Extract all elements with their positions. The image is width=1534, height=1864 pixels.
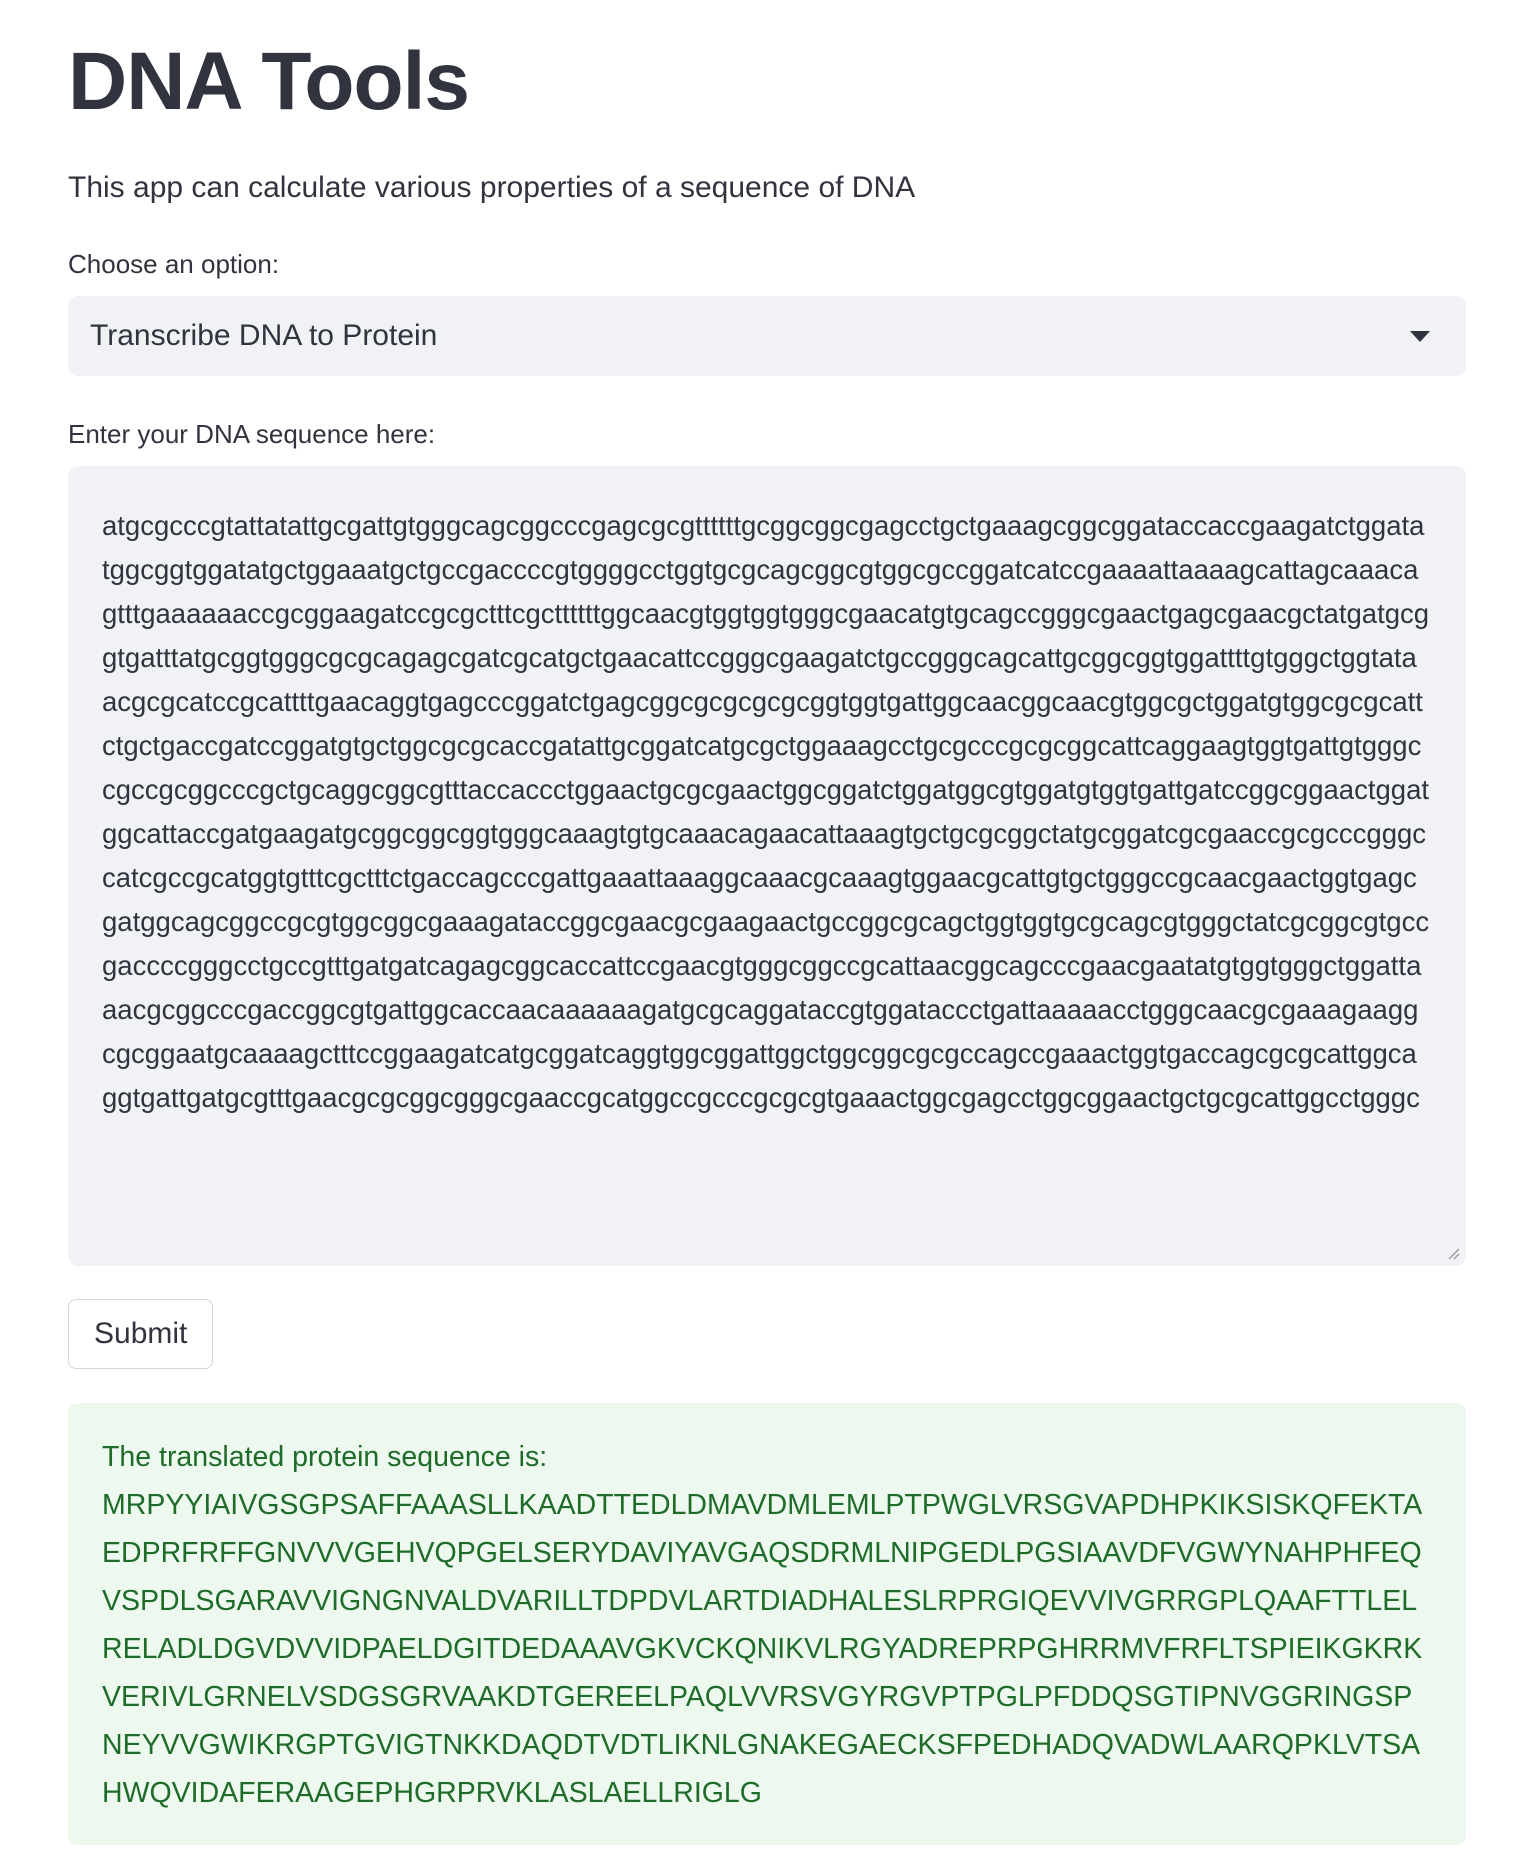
dna-sequence-textarea[interactable]: atgcgcccgtattatattgcgattgtgggcagcggcccga… xyxy=(68,466,1466,1266)
main-container: DNA Tools This app can calculate various… xyxy=(0,0,1534,1845)
dna-input-label: Enter your DNA sequence here: xyxy=(68,419,436,449)
result-heading: The translated protein sequence is: xyxy=(102,1441,548,1473)
submit-button[interactable]: Submit xyxy=(68,1299,214,1369)
option-select-label: Choose an option: xyxy=(68,249,280,279)
dna-input-wrapper[interactable]: atgcgcccgtattatattgcgattgtgggcagcggcccga… xyxy=(68,466,1466,1266)
chevron-down-icon[interactable] xyxy=(1410,330,1430,342)
page-subtitle: This app can calculate various propertie… xyxy=(68,171,916,204)
protein-sequence: MRPYYIAIVGSGPSAFFAAASLLKAADTTEDLDMAVDMLE… xyxy=(102,1489,1423,1809)
result-success-box: The translated protein sequence is: MRPY… xyxy=(68,1403,1466,1845)
page-title: DNA Tools xyxy=(68,36,470,127)
option-select-value: Transcribe DNA to Protein xyxy=(90,319,438,352)
option-select[interactable]: Transcribe DNA to Protein xyxy=(68,296,1466,376)
resize-handle-icon[interactable] xyxy=(1444,1244,1460,1260)
